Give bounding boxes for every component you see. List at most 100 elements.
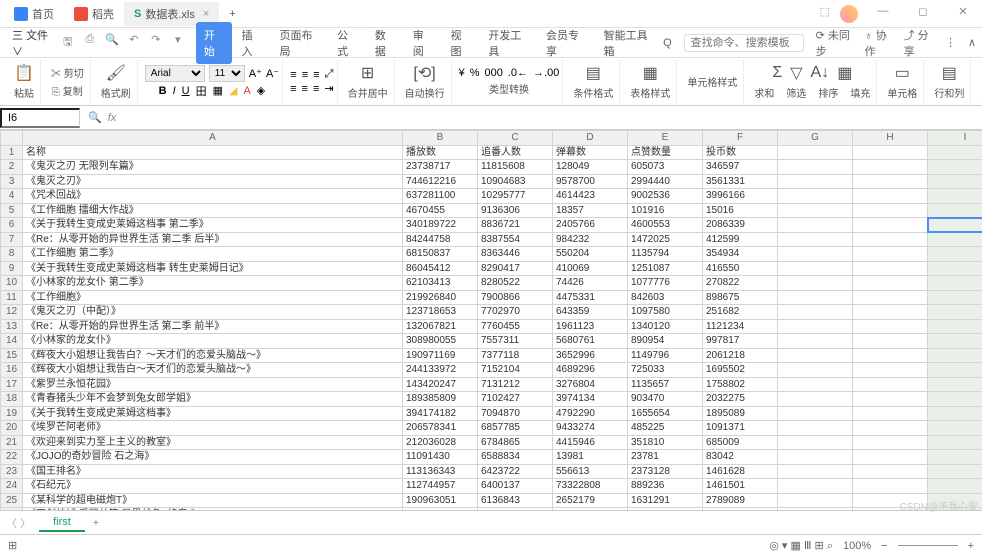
row-header[interactable]: 26 [1,508,23,511]
cell[interactable]: 7760455 [478,319,553,334]
zoom-level[interactable]: 100% [843,540,871,552]
row-header[interactable]: 5 [1,203,23,218]
fill-icon[interactable]: ▦ [837,63,852,83]
bold-button[interactable]: B [159,85,167,97]
col-header[interactable]: I [928,131,982,146]
cell[interactable]: 《鬼灭之刃》 [23,174,403,189]
cell[interactable]: 9433274 [553,421,628,436]
col-header[interactable]: A [23,131,403,146]
cell[interactable]: 10904683 [478,174,553,189]
cell[interactable]: 《辉夜大小姐想让我告白？～天才们的恋爱头脑战～》 [23,348,403,363]
row-header[interactable]: 4 [1,189,23,204]
more-icon[interactable]: ⋮ [945,36,956,49]
cell[interactable]: 86045412 [403,261,478,276]
tab-add[interactable]: + [219,4,245,24]
app-icon[interactable]: ⬚ [820,5,830,23]
cell[interactable]: 206578341 [403,421,478,436]
cell[interactable]: 23738717 [403,160,478,175]
cell[interactable]: 2373128 [628,464,703,479]
cell[interactable]: 播放数 [403,145,478,160]
row-header[interactable]: 6 [1,218,23,233]
menu-9[interactable]: 智能工具箱 [596,22,662,64]
row-header[interactable]: 25 [1,493,23,508]
grow-font-icon[interactable]: A⁺ [249,67,262,80]
sheet-add[interactable]: + [93,517,99,529]
cell[interactable]: 1121234 [703,319,778,334]
cell[interactable]: 73322808 [553,479,628,494]
cell[interactable]: 《Re：从零开始的异世界生活 第二季 前半》 [23,319,403,334]
orient-icon[interactable]: ⤢ [325,68,334,81]
cell[interactable]: 123718653 [403,305,478,320]
row-header[interactable]: 12 [1,305,23,320]
rowcol-icon[interactable]: ▤ [942,63,957,83]
cell[interactable]: 1091371 [703,421,778,436]
cell[interactable]: 6400137 [478,479,553,494]
cell[interactable]: 6136843 [478,493,553,508]
menu-4[interactable]: 数据 [367,22,403,64]
cell[interactable]: 2789089 [703,493,778,508]
cell[interactable]: 1895089 [703,406,778,421]
sort-icon[interactable]: A↓ [811,64,830,82]
row-header[interactable]: 19 [1,406,23,421]
cell[interactable]: 7152104 [478,363,553,378]
font-color-button[interactable]: A [243,85,250,97]
merge-button[interactable]: 合并居中 [345,84,391,101]
col-header[interactable]: F [703,131,778,146]
cell[interactable]: 346597 [703,160,778,175]
cell[interactable]: 《青春猪头少年不会梦到兔女郎学姐》 [23,392,403,407]
cell[interactable]: 490276 [703,508,778,511]
cell[interactable]: 1149796 [628,348,703,363]
file-menu[interactable]: 三 文件 ∨ [6,24,56,62]
dropdown-icon[interactable]: ▾ [170,33,186,52]
cell[interactable]: 《小林家的龙女仆》 [23,334,403,349]
col-header[interactable]: H [853,131,928,146]
paste-button[interactable]: 粘贴 [11,84,37,101]
row-header[interactable]: 1 [1,145,23,160]
row-header[interactable]: 3 [1,174,23,189]
undo-icon[interactable]: ↶ [126,33,142,52]
comma-button[interactable]: 000 [484,67,502,79]
close-icon[interactable]: × [203,8,209,20]
row-header[interactable]: 16 [1,363,23,378]
minimize-button[interactable]: — [868,5,898,23]
cell[interactable]: 1472025 [628,232,703,247]
row-header[interactable]: 9 [1,261,23,276]
cell[interactable]: 251682 [703,305,778,320]
menu-5[interactable]: 审阅 [405,22,441,64]
cond-fmt-button[interactable]: 条件格式 [570,84,616,101]
cell[interactable]: 8290417 [478,261,553,276]
row-header[interactable]: 24 [1,479,23,494]
avatar[interactable] [840,5,858,23]
cell[interactable]: 7131212 [478,377,553,392]
cell[interactable]: 270822 [703,276,778,291]
cell[interactable]: 1461501 [703,479,778,494]
cell[interactable]: 354934 [703,247,778,262]
cond-fmt-icon[interactable]: ▤ [586,63,601,83]
cell[interactable]: 18357 [553,203,628,218]
cell[interactable]: 112744957 [403,479,478,494]
currency-button[interactable]: ¥ [459,67,465,79]
cell[interactable]: 《关于我转生变成史莱姆这档事 转生史莱姆日记》 [23,261,403,276]
fill-color-button[interactable]: ◢ [229,84,237,97]
cell[interactable]: 4475331 [553,290,628,305]
cell[interactable]: 《埃罗芒阿老师》 [23,421,403,436]
save-icon[interactable]: 🖫 [60,33,76,52]
size-select[interactable]: 11 [209,65,245,82]
wrap-icon[interactable]: [⟲] [413,63,435,83]
cell[interactable]: 《工作细胞 第二季》 [23,247,403,262]
cell[interactable]: 890954 [628,334,703,349]
cell[interactable]: 394174182 [403,406,478,421]
strike-button[interactable]: 田 [196,83,207,99]
cell[interactable]: 《小林家的龙女仆 第二季》 [23,276,403,291]
cell[interactable]: 725033 [628,363,703,378]
fx-search-icon[interactable]: 🔍 [88,111,102,124]
row-header[interactable]: 17 [1,377,23,392]
cell[interactable]: 1135794 [628,247,703,262]
tab-docer[interactable]: 稻壳 [64,2,124,26]
cell[interactable]: 13981 [553,450,628,465]
cell[interactable]: 84244758 [403,232,478,247]
cell[interactable]: 62103413 [403,276,478,291]
cell[interactable]: 889236 [628,479,703,494]
cell[interactable]: 898675 [703,290,778,305]
cell[interactable]: 83042 [703,450,778,465]
